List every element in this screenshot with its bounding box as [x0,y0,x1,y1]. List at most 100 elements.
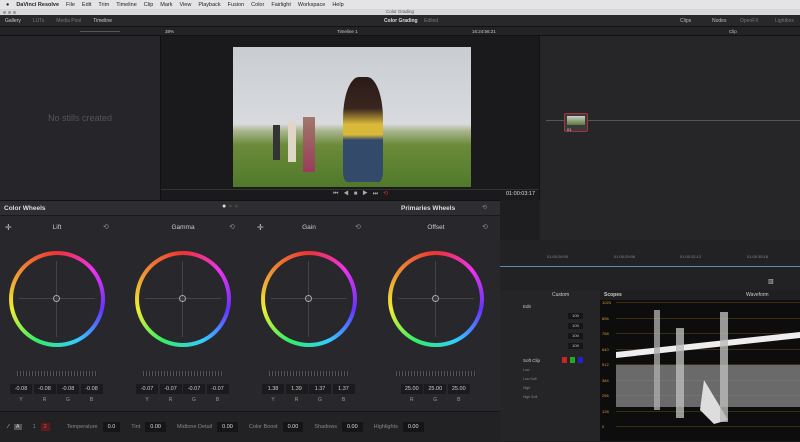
media-pool-button[interactable]: Media Pool [56,18,81,24]
reset-all-icon[interactable]: ⟲ [482,204,487,211]
zoom-level[interactable]: 38% [165,29,174,34]
master-wheel-dial[interactable] [17,371,97,376]
video-frame [233,47,471,187]
nodes-button[interactable]: Nodes [712,18,726,24]
wheel-handle[interactable] [305,295,312,302]
channel-label: Y [271,397,275,403]
menu-color[interactable]: Color [251,2,264,8]
menu-fusion[interactable]: Fusion [228,2,245,8]
menu-view[interactable]: View [180,2,192,8]
transport-controls[interactable]: ⏮◀■▶⏭⟲ [333,190,393,198]
panel-title: Color Wheels [4,205,46,212]
lightbox-button[interactable]: Lightbox [775,18,794,24]
menu-clip[interactable]: Clip [144,2,153,8]
auto-balance-icon[interactable]: ⁄ [8,424,9,430]
master-wheel-dial[interactable] [269,371,349,376]
color-wheel[interactable] [261,251,357,347]
soft-clip-blue[interactable] [578,357,583,363]
wheel-value-field[interactable]: 25.00 [424,384,447,394]
luts-button[interactable]: LUTs [33,18,44,24]
gallery-button[interactable]: Gallery [5,18,21,24]
wheel-reset-icon[interactable]: ⟲ [103,223,109,231]
openfx-button[interactable]: OpenFX [740,18,759,24]
wheel-reset-icon[interactable]: ⟲ [482,223,488,231]
clip-mode-selector[interactable]: Clip [729,29,737,34]
soft-clip-green[interactable] [570,357,575,363]
wheel-value-field[interactable]: 25.00 [400,384,423,394]
clips-button[interactable]: Clips [680,18,691,24]
wheel-handle[interactable] [179,295,186,302]
master-wheel-dial[interactable] [143,371,223,376]
scopes-toggle-icon[interactable]: ▥ [768,278,774,285]
wheel-value-field[interactable]: 25.00 [447,384,470,394]
wheel-value-field[interactable]: -0.08 [80,384,103,394]
picker-icon[interactable]: ✛ [257,223,264,232]
channel-r-field[interactable]: 100 [568,323,583,329]
scope-tick-label: 256 [602,393,609,398]
wheel-value-field[interactable]: 1.38 [262,384,284,394]
master-wheel-dial[interactable] [396,371,476,376]
channel-g-field[interactable]: 100 [568,333,583,339]
source-timecode: 16:24:56:21 [472,29,496,34]
page-1-button[interactable]: 1 [33,424,36,430]
timeline-tick: 01:00:35:18 [747,254,769,259]
wheel-reset-icon[interactable]: ⟲ [355,223,361,231]
channel-label: R [409,397,414,403]
scope-tick-label: 768 [602,331,609,336]
midtone-detail-field[interactable]: 0.00 [217,422,238,432]
timeline-track[interactable] [500,266,800,267]
menu-fairlight[interactable]: Fairlight [271,2,291,8]
wheel-value-field[interactable]: -0.07 [136,384,158,394]
tint-field[interactable]: 0.00 [145,422,166,432]
wheel-reset-icon[interactable]: ⟲ [229,223,235,231]
highlights-field[interactable]: 0.00 [402,422,424,432]
color-wheels-header: Color Wheels ● ● ● Primaries Wheels ⟲ [0,201,500,216]
channel-y-field[interactable]: 100 [568,313,583,319]
timeline-selector[interactable]: Timeline 1 [337,29,358,34]
stills-size-slider[interactable] [80,31,120,32]
picker-icon[interactable]: ✛ [5,223,12,232]
wheel-value-field[interactable]: -0.07 [206,384,229,394]
color-wheel[interactable] [9,251,105,347]
wheel-handle[interactable] [432,295,439,302]
page-2-button[interactable]: 2 [40,423,50,431]
menu-mark[interactable]: Mark [160,2,172,8]
menu-file[interactable]: File [66,2,75,8]
scope-mode-selector[interactable]: Waveform [746,292,769,298]
channel-b-field[interactable]: 100 [568,343,583,349]
channel-label: R [42,397,47,403]
menu-timeline[interactable]: Timeline [116,2,137,8]
soft-clip-red[interactable] [562,357,567,363]
menu-help[interactable]: Help [332,2,343,8]
wheel-value-field[interactable]: -0.07 [183,384,205,394]
wheel-label: Gamma [171,224,195,231]
low-soft-label: Low Soft [523,377,537,381]
wheel-value-field[interactable]: -0.07 [159,384,182,394]
menu-edit[interactable]: Edit [82,2,91,8]
menu-trim[interactable]: Trim [98,2,109,8]
wheels-mode-selector[interactable]: Primaries Wheels [401,205,455,212]
shadows-field[interactable]: 0.00 [341,422,363,432]
auto-icon[interactable]: A [13,424,22,430]
color-wheel[interactable] [388,251,484,347]
node-01[interactable]: 01 [564,113,588,132]
scope-tick-label: 1023 [602,300,611,305]
page-dots[interactable]: ● ● ● [222,203,239,210]
wheel-value-field[interactable]: 1.37 [332,384,355,394]
color-boost-field[interactable]: 0.00 [282,422,304,432]
wheel-value-field[interactable]: 1.39 [285,384,308,394]
wheel-value-field[interactable]: -0.08 [57,384,79,394]
wheel-value-field[interactable]: 1.37 [309,384,331,394]
menu-app[interactable]: DaVinci Resolve [16,2,59,8]
wheel-value-field[interactable]: -0.08 [10,384,32,394]
wheel-handle[interactable] [53,295,60,302]
timeline-button[interactable]: Timeline [93,18,112,24]
color-wheel[interactable] [135,251,231,347]
channel-label: B [457,397,461,403]
curves-mode-selector[interactable]: Custom [552,292,569,298]
menu-playback[interactable]: Playback [198,2,220,8]
menu-workspace[interactable]: Workspace [298,2,325,8]
temperature-field[interactable]: 0.0 [102,422,121,432]
wheel-value-field[interactable]: -0.08 [33,384,56,394]
apple-icon[interactable]: ● [6,2,9,8]
